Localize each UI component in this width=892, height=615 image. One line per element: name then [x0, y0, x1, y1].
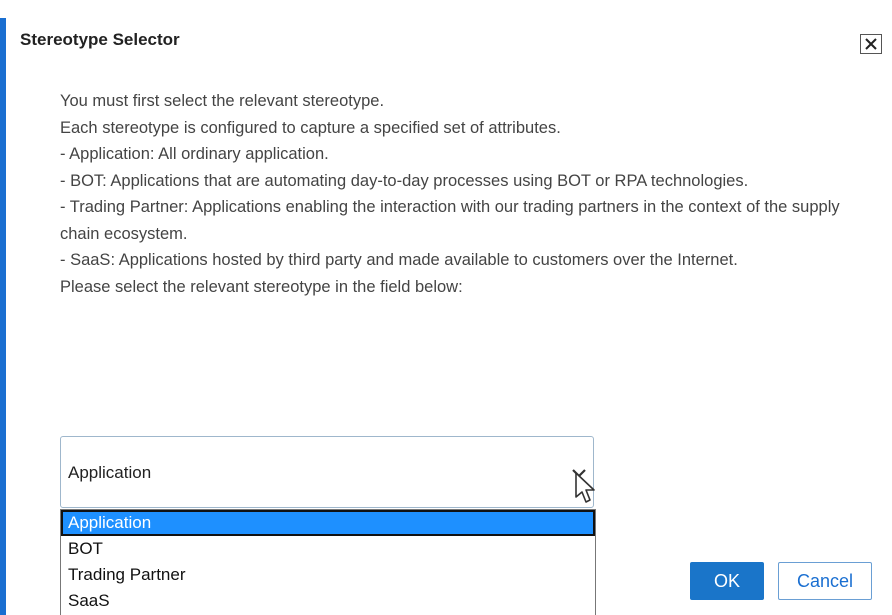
instruction-line: - Application: All ordinary application. [60, 145, 329, 163]
select-value: Application [68, 463, 152, 482]
ok-button[interactable]: OK [690, 562, 764, 600]
instruction-line: - BOT: Applications that are automating … [60, 171, 749, 190]
option-application[interactable]: Application [61, 510, 595, 536]
dialog-accent-bar [0, 18, 6, 615]
option-trading-partner[interactable]: Trading Partner [61, 562, 595, 588]
dialog-title: Stereotype Selector [20, 30, 180, 49]
option-bot[interactable]: BOT [61, 536, 595, 562]
close-button[interactable] [860, 34, 882, 54]
instructions-text: You must first select the relevant stere… [60, 88, 870, 300]
stereotype-selector-dialog: Stereotype Selector You must first selec… [0, 0, 892, 615]
instruction-line: You must first select the relevant stere… [60, 92, 385, 110]
mouse-pointer-icon [575, 472, 595, 503]
stereotype-options-list: Application BOT Trading Partner SaaS [60, 509, 596, 615]
option-saas[interactable]: SaaS [61, 588, 595, 614]
stereotype-select[interactable]: Application [60, 436, 594, 508]
close-icon [865, 38, 877, 50]
cancel-button[interactable]: Cancel [778, 562, 872, 600]
instruction-line: Please select the relevant stereotype in… [60, 277, 463, 296]
instruction-line: Each stereotype is configured to capture… [60, 118, 561, 137]
instruction-line: - Trading Partner: Applications enabling… [60, 198, 840, 243]
instruction-line: - SaaS: Applications hosted by third par… [60, 251, 738, 269]
